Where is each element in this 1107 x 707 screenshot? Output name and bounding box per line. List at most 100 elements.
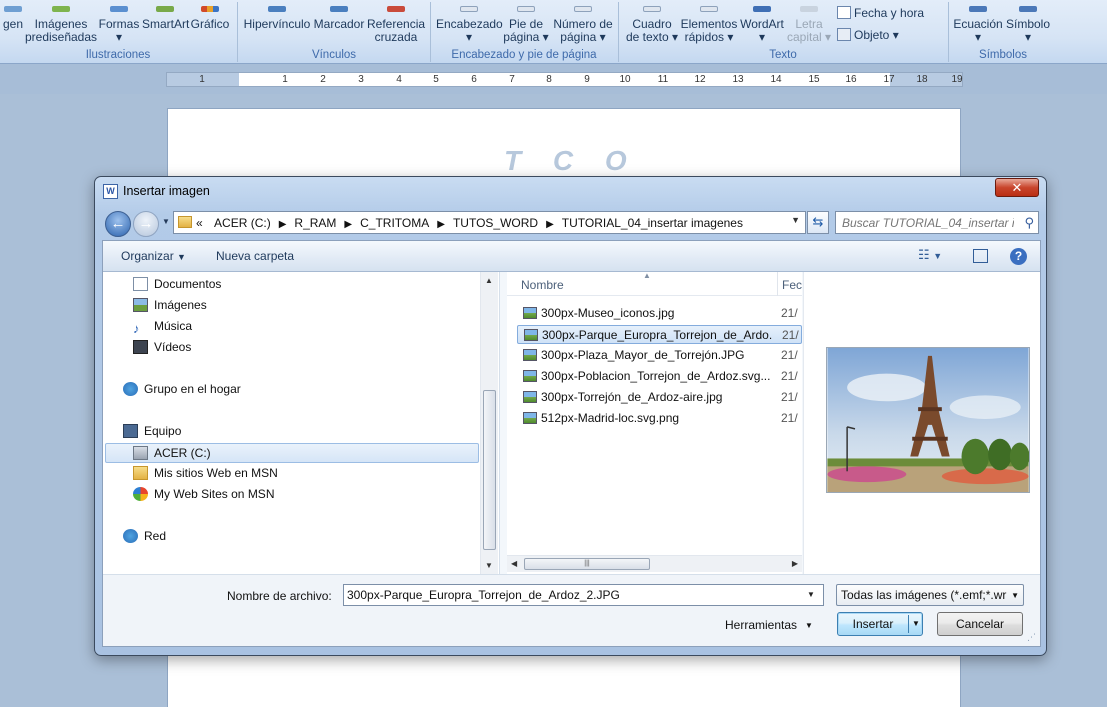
ruler-number: 4	[396, 74, 402, 85]
breadcrumb-item[interactable]: C_TRITOMA	[360, 216, 429, 230]
new-folder-button[interactable]: Nueva carpeta	[216, 249, 294, 263]
search-icon[interactable]: ⚲	[1024, 215, 1034, 231]
ribbon-equation-button[interactable]: Ecuación ▾	[952, 6, 1004, 44]
back-button[interactable]: ←	[105, 211, 131, 237]
command-bar: Organizar ▼ Nueva carpeta ☷ ▼ ?	[103, 241, 1040, 272]
forward-button[interactable]: →	[133, 211, 159, 237]
file-row[interactable]: 512px-Madrid-loc.svg.png 21/	[517, 409, 802, 428]
scroll-right-icon[interactable]: ▶	[792, 559, 798, 568]
dialog-content: Organizar ▼ Nueva carpeta ☷ ▼ ? Document…	[102, 240, 1041, 647]
chevron-down-icon: ▾	[974, 30, 982, 44]
tools-label: Herramientas	[725, 618, 798, 632]
ribbon-quickparts-button[interactable]: Elementos rápidos ▾	[680, 6, 738, 44]
filename-dropdown-icon[interactable]: ▼	[807, 590, 815, 599]
search-input[interactable]	[842, 215, 1014, 231]
ribbon-footer-button[interactable]: Pie de página ▾	[502, 6, 550, 44]
file-row[interactable]: 300px-Plaza_Mayor_de_Torrejón.JPG 21/	[517, 346, 802, 365]
ribbon-object-button[interactable]: Objeto ▾	[837, 28, 899, 42]
cancel-button[interactable]: Cancelar	[937, 612, 1023, 636]
breadcrumb-item[interactable]: TUTORIAL_04_insertar imagenes	[562, 216, 743, 230]
scrollbar-thumb[interactable]: |||	[524, 558, 650, 570]
file-row-selected[interactable]: 300px-Parque_Europra_Torrejon_de_Ardo...…	[517, 325, 802, 344]
resize-grip-icon[interactable]: ⋰	[1027, 632, 1036, 643]
file-row[interactable]: 300px-Torrejón_de_Ardoz-aire.jpg 21/	[517, 388, 802, 407]
scroll-up-icon[interactable]: ▲	[485, 276, 493, 285]
nav-item-msn-en[interactable]: My Web Sites on MSN	[133, 487, 274, 501]
nav-item-msn-es[interactable]: Mis sitios Web en MSN	[133, 466, 278, 480]
ribbon-hyperlink-button[interactable]: Hipervínculo	[243, 6, 311, 31]
nav-item-imagenes[interactable]: Imágenes	[133, 298, 207, 312]
chevron-down-icon: ▾	[758, 30, 766, 44]
recent-pages-dropdown[interactable]: ▼	[162, 217, 170, 226]
breadcrumb-overflow[interactable]: «	[196, 216, 203, 230]
nav-item-label: Red	[144, 529, 167, 543]
file-type-value: Todas las imágenes (*.emf;*.wr	[841, 588, 1007, 602]
file-name: 300px-Museo_iconos.jpg	[541, 306, 675, 320]
ruler-number: 3	[358, 74, 364, 85]
ribbon-page-number-button[interactable]: Número de página ▾	[552, 6, 614, 44]
ruler-number: 2	[320, 74, 326, 85]
nav-item-musica[interactable]: ♪ Música	[133, 319, 192, 336]
ribbon-smartart-button[interactable]: SmartArt	[142, 6, 189, 31]
breadcrumb-item[interactable]: TUTOS_WORD	[453, 216, 538, 230]
organize-button[interactable]: Organizar ▼	[121, 249, 186, 263]
quickparts-icon	[700, 6, 718, 12]
address-bar[interactable]: « ACER (C:) ▶ R_RAM ▶ C_TRITOMA ▶ TUTOS_WORD ▶ T…	[173, 211, 806, 234]
ribbon-datetime-button[interactable]: Fecha y hora	[837, 6, 924, 20]
nav-item-grupo-hogar[interactable]: Grupo en el hogar	[123, 382, 241, 396]
file-row[interactable]: 300px-Poblacion_Torrejon_de_Ardoz.svg...…	[517, 367, 802, 386]
computer-icon	[123, 424, 138, 438]
breadcrumb-item[interactable]: ACER (C:)	[214, 216, 271, 230]
video-icon	[133, 340, 148, 354]
view-options-icon[interactable]: ☷ ▼	[918, 247, 942, 263]
ribbon-crossref-button[interactable]: Referencia cruzada	[367, 6, 425, 44]
ribbon-shapes-button[interactable]: Formas ▾	[98, 6, 140, 44]
ribbon-button-label: página ▾	[503, 30, 549, 44]
ribbon-dropcap-button[interactable]: Letra capital ▾	[786, 6, 832, 44]
insert-button[interactable]: Insertar ▼	[837, 612, 923, 636]
chevron-right-icon[interactable]: ▶	[344, 219, 352, 230]
scrollbar-thumb[interactable]	[483, 390, 496, 550]
file-row[interactable]: 300px-Museo_iconos.jpg 21/	[517, 304, 802, 323]
column-divider[interactable]	[777, 272, 778, 296]
nav-item-equipo[interactable]: Equipo	[123, 424, 181, 438]
insert-dropdown-icon[interactable]: ▼	[912, 613, 920, 635]
ribbon-symbol-button[interactable]: Símbolo ▾	[1004, 6, 1052, 44]
preview-pane-icon[interactable]	[973, 249, 988, 263]
header-icon	[460, 6, 478, 12]
chevron-down-icon: ▾	[115, 30, 123, 44]
msn-butterfly-icon	[133, 487, 148, 501]
nav-item-documentos[interactable]: Documentos	[133, 277, 221, 291]
nav-item-acer[interactable]: ACER (C:)	[105, 443, 479, 463]
ribbon-image-button[interactable]: gen	[0, 6, 26, 31]
column-header-name[interactable]: Nombre	[521, 278, 564, 292]
column-header-date[interactable]: Fec	[782, 278, 802, 292]
refresh-button[interactable]: ⇆	[807, 211, 829, 234]
ribbon-header-button[interactable]: Encabezado ▾	[436, 6, 503, 44]
scroll-down-icon[interactable]: ▼	[485, 561, 493, 570]
nav-vertical-scrollbar[interactable]: ▲ ▼	[480, 272, 498, 574]
tools-button[interactable]: Herramientas ▼	[725, 618, 813, 632]
file-type-select[interactable]: Todas las imágenes (*.emf;*.wr ▼	[836, 584, 1024, 606]
filename-input[interactable]	[343, 584, 824, 606]
file-list-horizontal-scrollbar[interactable]: ◀ ||| ▶	[507, 555, 802, 572]
chevron-right-icon[interactable]: ▶	[546, 219, 554, 230]
chevron-right-icon[interactable]: ▶	[437, 219, 445, 230]
breadcrumb-item[interactable]: R_RAM	[294, 216, 336, 230]
hyperlink-icon	[268, 6, 286, 12]
nav-item-label: Imágenes	[154, 298, 207, 312]
address-dropdown-icon[interactable]: ▼	[791, 215, 800, 225]
ribbon-textbox-button[interactable]: Cuadro de texto ▾	[624, 6, 680, 44]
horizontal-ruler[interactable]: 1 1 2 3 4 5 6 7 8 9 10 11 12 13 14 15 16…	[166, 72, 963, 87]
ribbon-chart-button[interactable]: Gráfico	[190, 6, 230, 31]
nav-item-videos[interactable]: Vídeos	[133, 340, 191, 354]
chevron-right-icon[interactable]: ▶	[279, 219, 287, 230]
ribbon-bookmark-button[interactable]: Marcador	[313, 6, 365, 31]
ribbon-wordart-button[interactable]: WordArt ▾	[738, 6, 786, 44]
nav-item-red[interactable]: Red	[123, 529, 166, 543]
close-button[interactable]: ✕	[995, 178, 1039, 197]
ribbon-clipart-button[interactable]: Imágenes prediseñadas	[24, 6, 98, 44]
help-icon[interactable]: ?	[1010, 248, 1027, 265]
column-header: ▲ Nombre Fec	[507, 271, 802, 296]
scroll-left-icon[interactable]: ◀	[511, 559, 517, 568]
